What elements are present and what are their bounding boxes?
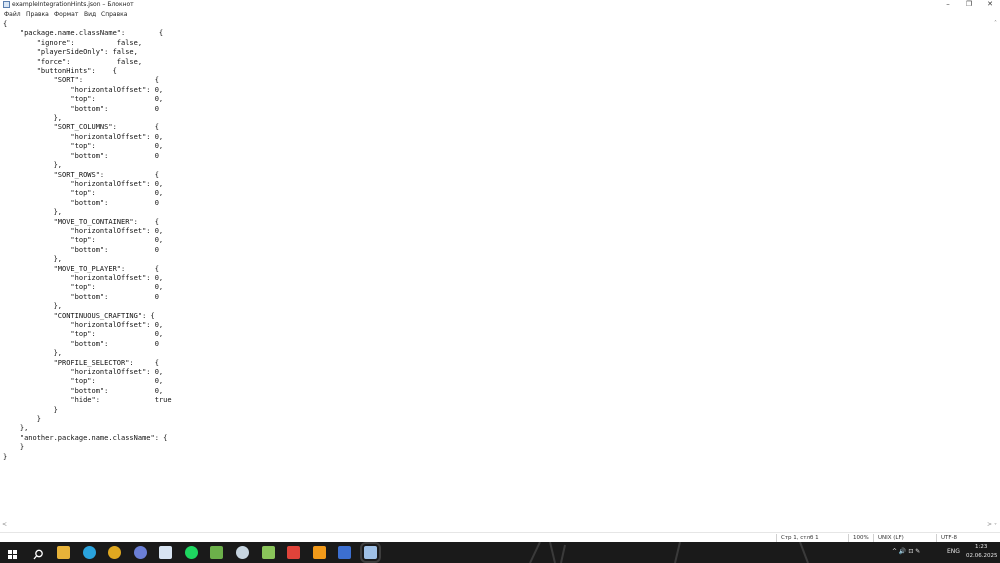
vertical-scrollbar[interactable]: ˄ ˅ [994, 20, 1000, 530]
editor-line: { [3, 20, 8, 28]
editor-line: "hide": true [70, 396, 172, 405]
scroll-right-icon[interactable]: > [987, 521, 992, 528]
editor-line: "SORT_ROWS": { [53, 170, 159, 179]
window-title: exampleIntegrationHints.json – Блокнот [12, 1, 134, 8]
status-separator [776, 534, 777, 542]
editor-line: "horizontalOffset": 0, [70, 85, 164, 94]
clock-time[interactable]: 1:23 [975, 544, 987, 550]
menu-view[interactable]: Вид [84, 10, 96, 20]
close-button[interactable]: ✕ [979, 0, 1000, 10]
editor-line: }, [19, 424, 29, 433]
editor-line: "bottom": 0, [70, 386, 164, 395]
editor-line: "horizontalOffset": 0, [70, 179, 164, 188]
editor-line: "SORT_COLUMNS": { [53, 123, 159, 132]
editor-line: "another.package.name.className": { [19, 433, 168, 442]
clock-date[interactable]: 02.06.2025 [966, 553, 998, 559]
editor-line: "bottom": 0 [70, 198, 159, 207]
editor-line: "force": false, [36, 57, 143, 66]
scroll-up-icon[interactable]: ˄ [994, 20, 997, 27]
editor-line: "horizontalOffset": 0, [70, 321, 164, 329]
editor-line: "ignore": false, [36, 38, 143, 47]
editor-line: "horizontalOffset": 0, [70, 226, 164, 235]
search-icon[interactable] [32, 546, 45, 560]
editor-line: "horizontalOffset": 0, [70, 273, 164, 282]
editor-line: "horizontalOffset": 0, [70, 132, 164, 141]
editor-line: "bottom": 0 [70, 292, 159, 301]
editor-line: } [19, 443, 25, 452]
editor-line: "top": 0, [70, 330, 164, 339]
notes-icon[interactable] [159, 546, 172, 559]
editor-line: }, [53, 349, 63, 358]
menu-bar: Файл Правка Формат Вид Справка [0, 10, 1000, 20]
app-icon-b[interactable] [287, 546, 300, 559]
scroll-left-icon[interactable]: < [2, 521, 7, 528]
menu-format[interactable]: Формат [54, 10, 78, 20]
editor-line: "top": 0, [70, 377, 164, 386]
status-bar: Стр 1, стлб 1 100% UNIX (LF) UTF-8 [0, 532, 1000, 542]
editor-line: } [36, 415, 41, 424]
editor-line: "horizontalOffset": 0, [70, 368, 164, 377]
tray-icons[interactable]: ^ 🔊 ⊡ ✎ [892, 548, 920, 555]
app-icon-d[interactable] [338, 546, 351, 559]
editor-line: }, [53, 255, 63, 264]
minecraft-launcher-icon[interactable] [262, 546, 275, 559]
telegram-icon[interactable] [83, 546, 96, 559]
spotify-icon[interactable] [185, 546, 198, 559]
scroll-down-icon[interactable]: ˅ [994, 523, 997, 530]
notepad-app-icon [3, 1, 10, 8]
editor-line: "package.name.className": { [19, 29, 164, 38]
taskbar-wallpaper-strokes [529, 542, 809, 563]
editor-line: "SORT": { [53, 76, 159, 85]
language-indicator[interactable]: ENG [947, 548, 960, 555]
notepad-icon[interactable] [360, 542, 381, 563]
editor-line: } [3, 452, 8, 461]
editor-line: "bottom": 0 [70, 104, 159, 113]
editor-line: "top": 0, [70, 189, 164, 198]
menu-file[interactable]: Файл [4, 10, 21, 20]
editor-line: }, [53, 208, 63, 217]
horizontal-scrollbar[interactable]: < > [0, 521, 994, 530]
steam-icon[interactable] [236, 546, 249, 559]
taskbar: ^ 🔊 ⊡ ✎ ENG 1:23 02.06.2025 [0, 542, 1000, 563]
menu-help[interactable]: Справка [101, 10, 127, 20]
title-bar: exampleIntegrationHints.json – Блокнот –… [0, 0, 1000, 10]
editor-line: "playerSideOnly": false, [36, 48, 138, 57]
chrome-icon[interactable] [108, 546, 121, 559]
editor-line: "top": 0, [70, 142, 164, 151]
status-separator [873, 534, 874, 542]
file-explorer-icon[interactable] [57, 546, 70, 559]
status-separator [936, 534, 937, 542]
editor-line: "bottom": 0 [70, 245, 159, 254]
maximize-button[interactable]: ❐ [958, 0, 980, 10]
editor-line: "bottom": 0 [70, 339, 159, 348]
editor-content[interactable]: { "package.name.className": { "ignore": … [3, 20, 172, 462]
editor-line: "top": 0, [70, 95, 164, 104]
editor-line: "top": 0, [70, 283, 164, 292]
editor-line: "buttonHints": { [36, 67, 117, 76]
start-icon[interactable] [6, 546, 19, 559]
editor-line: "MOVE_TO_CONTAINER": { [53, 217, 159, 226]
editor-line: "top": 0, [70, 236, 164, 245]
minimize-button[interactable]: – [937, 0, 959, 10]
status-separator [848, 534, 849, 542]
editor-line: }, [53, 161, 63, 170]
editor-line: }, [53, 302, 63, 311]
menu-edit[interactable]: Правка [26, 10, 49, 20]
editor-line: } [53, 405, 58, 414]
editor-line: "bottom": 0 [70, 151, 159, 160]
editor-line: "PROFILE_SELECTOR": { [53, 358, 159, 367]
editor-line: }, [53, 114, 63, 123]
minecraft-icon[interactable] [210, 546, 223, 559]
editor-line: "MOVE_TO_PLAYER": { [53, 264, 159, 273]
editor-line: "CONTINUOUS_CRAFTING": { [53, 311, 155, 320]
app-icon-a[interactable] [134, 546, 147, 559]
app-icon-c[interactable] [313, 546, 326, 559]
text-editor[interactable]: { "package.name.className": { "ignore": … [0, 20, 994, 520]
